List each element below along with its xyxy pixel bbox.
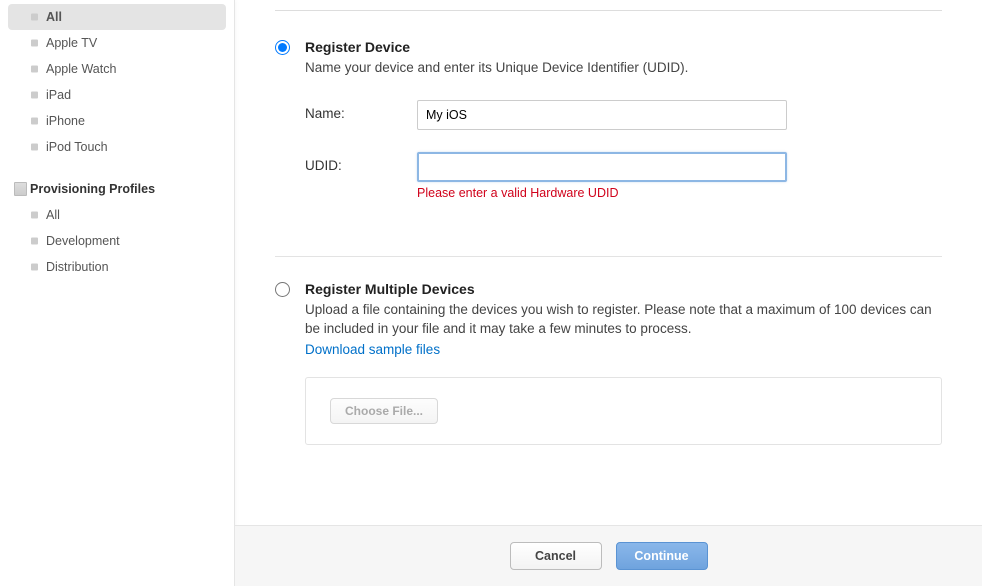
register-multiple-radio[interactable] — [275, 282, 290, 297]
choose-file-button[interactable]: Choose File... — [330, 398, 438, 424]
name-input[interactable] — [417, 100, 787, 130]
register-device-title: Register Device — [305, 39, 942, 55]
sidebar-item-label: Apple Watch — [46, 62, 116, 76]
sidebar-item-label: Apple TV — [46, 36, 97, 50]
cancel-button[interactable]: Cancel — [510, 542, 602, 570]
top-divider — [275, 10, 942, 11]
sidebar-item-prov-development[interactable]: Development — [0, 228, 234, 254]
register-multiple-desc: Upload a file containing the devices you… — [305, 300, 942, 339]
sidebar-item-all[interactable]: All — [8, 4, 226, 30]
sidebar-item-prov-all[interactable]: All — [0, 202, 234, 228]
download-sample-link[interactable]: Download sample files — [305, 342, 440, 357]
udid-label: UDID: — [305, 152, 417, 173]
sidebar-item-ipad[interactable]: iPad — [0, 82, 234, 108]
udid-input[interactable] — [417, 152, 787, 182]
main-content: Register Device Name your device and ent… — [235, 0, 982, 586]
sidebar-item-label: iPhone — [46, 114, 85, 128]
register-device-radio[interactable] — [275, 40, 290, 55]
sidebar-section-provisioning: Provisioning Profiles — [0, 176, 234, 202]
continue-button[interactable]: Continue — [616, 542, 708, 570]
sidebar-item-apple-tv[interactable]: Apple TV — [0, 30, 234, 56]
sidebar-item-ipod-touch[interactable]: iPod Touch — [0, 134, 234, 160]
sidebar-item-label: Development — [46, 234, 120, 248]
upload-box: Choose File... — [305, 377, 942, 445]
footer: Cancel Continue — [235, 525, 982, 586]
sidebar: All Apple TV Apple Watch iPad iPhone iPo… — [0, 0, 235, 586]
sidebar-item-prov-distribution[interactable]: Distribution — [0, 254, 234, 280]
sidebar-item-label: All — [46, 208, 60, 222]
sidebar-item-label: iPad — [46, 88, 71, 102]
sidebar-item-label: All — [46, 10, 62, 24]
sidebar-item-iphone[interactable]: iPhone — [0, 108, 234, 134]
register-multiple-title: Register Multiple Devices — [305, 281, 942, 297]
sidebar-item-apple-watch[interactable]: Apple Watch — [0, 56, 234, 82]
sidebar-item-label: Distribution — [46, 260, 109, 274]
register-device-desc: Name your device and enter its Unique De… — [305, 58, 942, 78]
register-device-option: Register Device Name your device and ent… — [275, 39, 942, 200]
sidebar-item-label: iPod Touch — [46, 140, 108, 154]
name-label: Name: — [305, 100, 417, 121]
section-divider — [275, 256, 942, 257]
udid-error: Please enter a valid Hardware UDID — [417, 186, 787, 200]
register-multiple-option: Register Multiple Devices Upload a file … — [275, 281, 942, 445]
